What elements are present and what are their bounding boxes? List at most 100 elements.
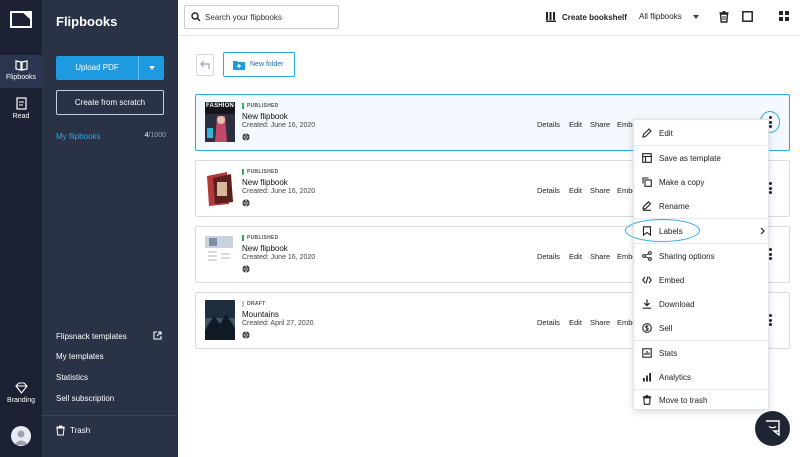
sidebar-link-trash[interactable]: Trash <box>56 425 90 436</box>
menu-item-sharing-options[interactable]: Sharing options <box>634 244 770 268</box>
chat-button[interactable] <box>755 411 790 446</box>
sidebar-item-my-flipbooks[interactable]: My flipbooks <box>56 132 100 141</box>
sidebar-link-my-templates[interactable]: My templates <box>56 352 104 361</box>
status-badge: PUBLISHED <box>242 235 279 241</box>
bookshelf-icon <box>546 12 556 22</box>
context-menu: Edit Save as template Make a copy Rename… <box>633 119 770 412</box>
edit-link[interactable]: Edit <box>569 186 582 195</box>
flipbook-title[interactable]: New flipbook <box>242 178 288 187</box>
share-link[interactable]: Share <box>590 252 610 261</box>
rail-item-flipbooks[interactable]: Flipbooks <box>0 55 42 88</box>
menu-item-move-to-trash[interactable]: Move to trash <box>634 388 770 412</box>
status-text: PUBLISHED <box>247 169 279 175</box>
avatar[interactable] <box>11 426 31 446</box>
status-text: DRAFT <box>247 301 266 307</box>
back-arrow-icon <box>200 60 210 69</box>
top-bar: Create bookshelf All flipbooks <box>178 0 800 36</box>
new-folder-button[interactable]: New folder <box>223 52 295 77</box>
dollar-icon <box>642 323 652 333</box>
thumb-title: FASHION <box>206 103 235 109</box>
sidebar: Flipbooks Upload PDF Create from scratch… <box>42 0 178 457</box>
rail-item-read[interactable]: Read <box>0 97 42 127</box>
flipbook-title[interactable]: New flipbook <box>242 112 288 121</box>
search-input[interactable] <box>205 9 335 25</box>
menu-item-label: Rename <box>659 202 690 211</box>
edit-link[interactable]: Edit <box>569 252 582 261</box>
menu-item-label: Save as template <box>659 154 721 163</box>
new-folder-label: New folder <box>250 61 284 68</box>
sidebar-title: Flipbooks <box>56 14 118 29</box>
select-all-checkbox-icon[interactable] <box>742 11 753 22</box>
chat-icon <box>766 420 780 436</box>
trash-icon[interactable] <box>719 11 729 23</box>
menu-item-save-as-template[interactable]: Save as template <box>634 146 770 170</box>
flipbook-title[interactable]: New flipbook <box>242 244 288 253</box>
book-open-icon <box>14 60 28 71</box>
flipbook-thumbnail[interactable]: FASHION <box>205 102 235 142</box>
flipsnack-logo-icon[interactable] <box>10 10 32 28</box>
sidebar-link-sell-subscription[interactable]: Sell subscription <box>56 394 114 403</box>
upload-pdf-button[interactable]: Upload PDF <box>56 56 164 80</box>
copy-icon <box>642 177 652 187</box>
status-text: PUBLISHED <box>247 235 279 241</box>
details-link[interactable]: Details <box>537 186 560 195</box>
analytics-icon <box>643 373 651 382</box>
pencil-icon <box>642 128 652 138</box>
status-text: PUBLISHED <box>247 103 279 109</box>
details-link[interactable]: Details <box>537 252 560 261</box>
menu-item-embed[interactable]: Embed <box>634 268 770 292</box>
globe-icon <box>242 199 250 207</box>
menu-item-label: Make a copy <box>659 178 705 187</box>
edit-link[interactable]: Edit <box>569 318 582 327</box>
external-link-icon[interactable] <box>153 331 162 340</box>
app-rail: Flipbooks Read Branding <box>0 0 42 457</box>
search-icon <box>191 12 201 22</box>
menu-item-sell[interactable]: Sell <box>634 316 770 340</box>
create-bookshelf-button[interactable]: Create bookshelf <box>546 12 627 22</box>
flipbook-thumbnail[interactable] <box>205 168 235 208</box>
globe-icon <box>242 133 250 141</box>
menu-item-stats[interactable]: Stats <box>634 341 770 365</box>
chevron-down-icon[interactable] <box>693 15 699 19</box>
search-box[interactable] <box>184 5 339 29</box>
share-link[interactable]: Share <box>590 120 610 129</box>
details-link[interactable]: Details <box>537 318 560 327</box>
code-icon <box>642 276 652 284</box>
menu-item-label: Move to trash <box>659 396 708 405</box>
mountains-cover-image <box>205 300 235 340</box>
menu-item-edit[interactable]: Edit <box>634 121 770 145</box>
upload-options-dropdown[interactable] <box>138 56 164 80</box>
reader-icon <box>15 97 27 110</box>
upload-pdf-label: Upload PDF <box>75 63 119 72</box>
back-button[interactable] <box>196 54 214 76</box>
details-link[interactable]: Details <box>537 120 560 129</box>
menu-item-label: Download <box>659 300 695 309</box>
menu-item-download[interactable]: Download <box>634 292 770 316</box>
chevron-right-icon <box>760 227 765 235</box>
menu-item-label: Embed <box>659 276 685 285</box>
share-link[interactable]: Share <box>590 318 610 327</box>
share-link[interactable]: Share <box>590 186 610 195</box>
user-icon <box>14 430 28 445</box>
menu-item-make-a-copy[interactable]: Make a copy <box>634 170 770 194</box>
download-icon <box>642 299 652 309</box>
globe-icon <box>242 265 250 273</box>
menu-item-rename[interactable]: Rename <box>634 194 770 218</box>
diamond-icon <box>14 382 28 394</box>
flipbook-created-date: Created: June 16, 2020 <box>242 254 316 261</box>
flipbook-thumbnail[interactable] <box>205 234 235 274</box>
filter-select[interactable]: All flipbooks <box>639 12 682 21</box>
sidebar-link-statistics[interactable]: Statistics <box>56 373 88 382</box>
flipbook-thumbnail[interactable] <box>205 300 235 340</box>
edit-link[interactable]: Edit <box>569 120 582 129</box>
labels-highlight-ring <box>625 219 700 242</box>
menu-item-analytics[interactable]: Analytics <box>634 365 770 389</box>
sidebar-divider <box>42 415 178 416</box>
flipbook-created-date: Created: June 16, 2020 <box>242 122 316 129</box>
flipbook-title[interactable]: Mountains <box>242 310 279 319</box>
count-limit: /1000 <box>148 132 166 139</box>
rail-item-branding[interactable]: Branding <box>0 382 42 404</box>
grid-view-icon[interactable] <box>779 11 789 21</box>
sidebar-link-flipsnack-templates[interactable]: Flipsnack templates <box>56 332 127 341</box>
create-from-scratch-button[interactable]: Create from scratch <box>56 90 164 115</box>
